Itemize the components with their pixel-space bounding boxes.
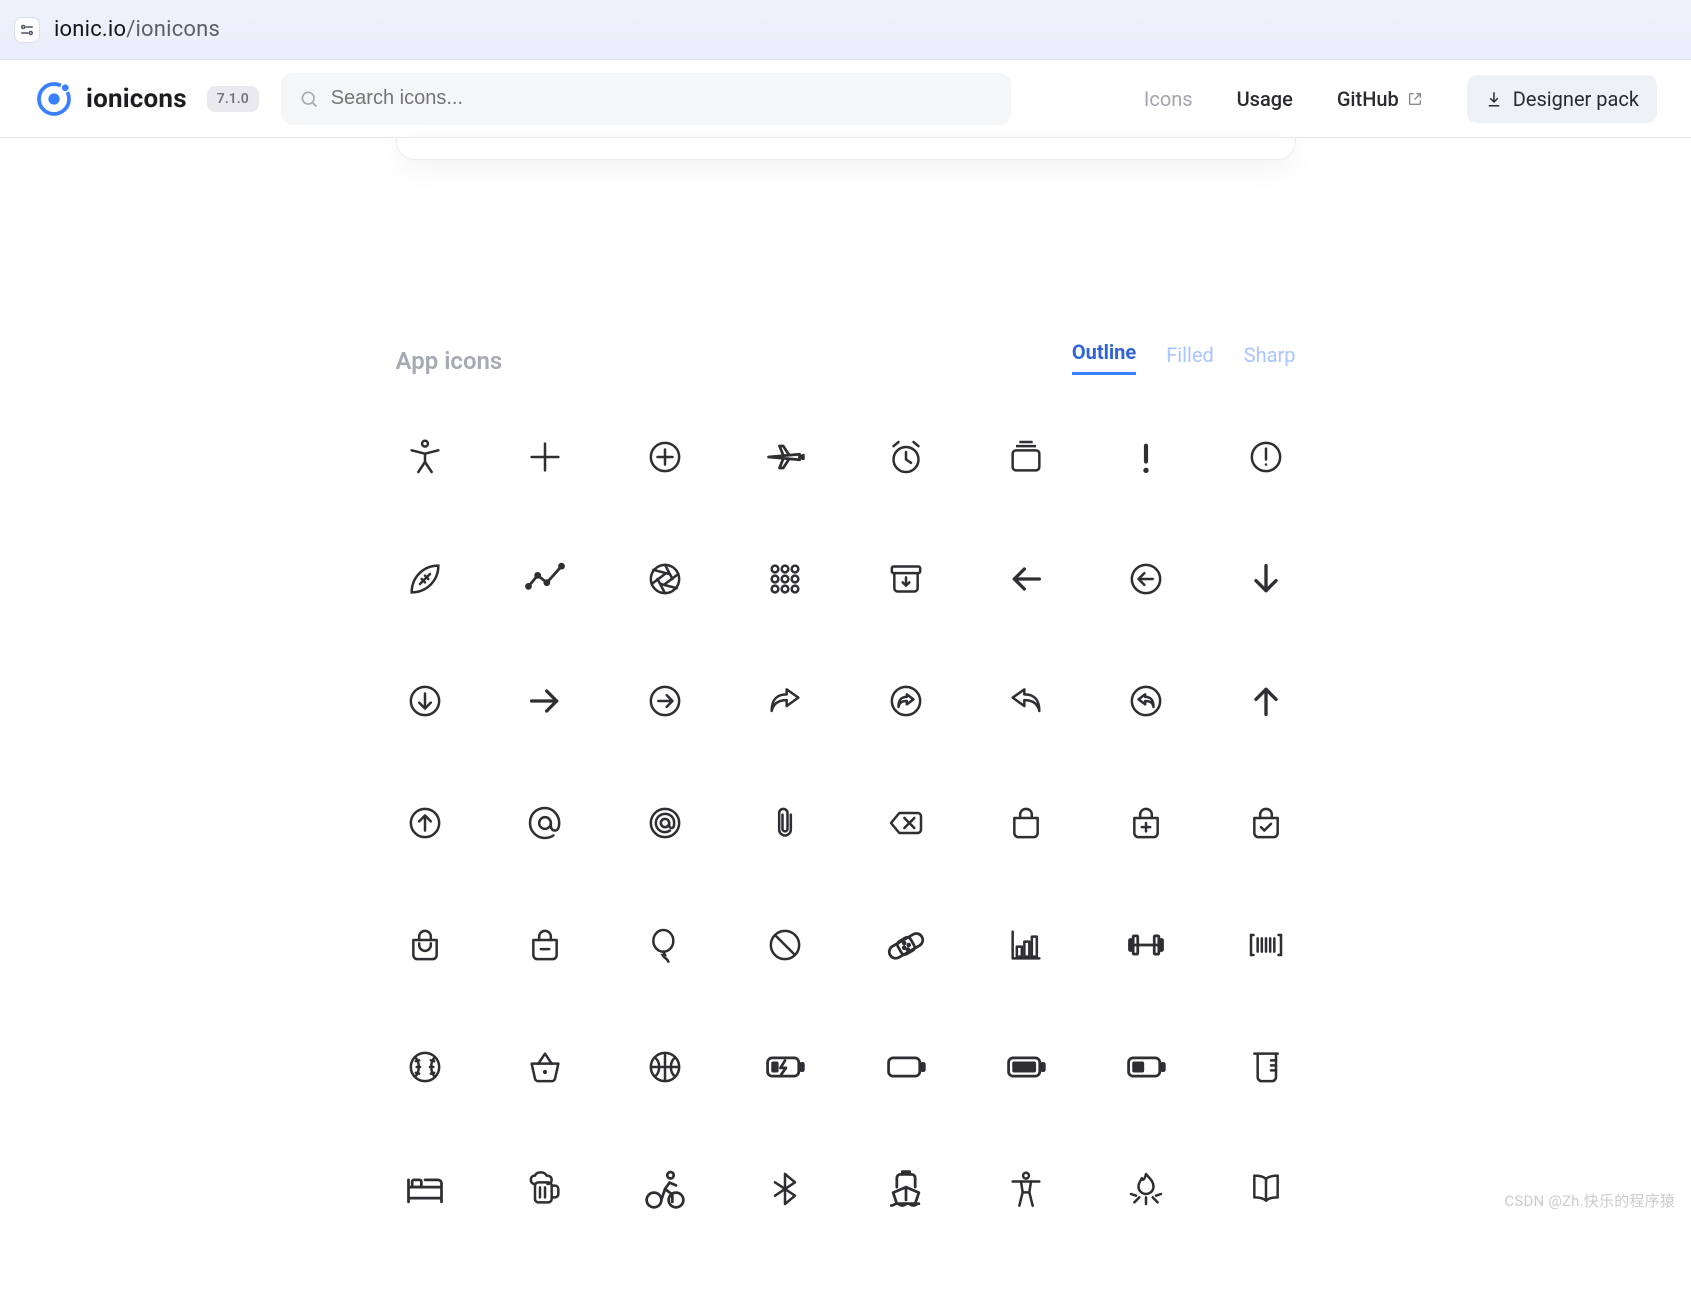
nav-icons[interactable]: Icons (1144, 87, 1193, 111)
bluetooth-icon[interactable] (763, 1167, 807, 1211)
bicycle-icon[interactable] (643, 1167, 687, 1211)
book-icon[interactable] (1244, 1167, 1288, 1211)
tab-outline[interactable]: Outline (1072, 340, 1136, 375)
battery-dead-icon[interactable] (884, 1045, 928, 1089)
boat-icon[interactable] (884, 1167, 928, 1211)
bag-handle-icon[interactable] (403, 923, 447, 967)
barbell-icon[interactable] (1124, 923, 1168, 967)
icons-grid (396, 435, 1296, 1211)
alert-icon[interactable] (1124, 435, 1168, 479)
add-circle-icon[interactable] (643, 435, 687, 479)
browser-url-host: ionic.io (54, 17, 126, 42)
body-icon[interactable] (1004, 1167, 1048, 1211)
bonfire-icon[interactable] (1124, 1167, 1168, 1211)
watermark-text: CSDN @Zh.快乐的程序猿 (1504, 1190, 1675, 1211)
external-link-icon (1407, 91, 1423, 107)
battery-half-icon[interactable] (1124, 1045, 1168, 1089)
albums-icon[interactable] (1004, 435, 1048, 479)
browser-urlbar: ionic.io/ionicons (0, 0, 1691, 60)
bar-chart-icon[interactable] (1004, 923, 1048, 967)
bed-icon[interactable] (403, 1167, 447, 1211)
arrow-undo-circle-icon[interactable] (1124, 679, 1168, 723)
version-badge: 7.1.0 (207, 86, 259, 112)
beer-icon[interactable] (523, 1167, 567, 1211)
balloon-icon[interactable] (643, 923, 687, 967)
brand-name: ionicons (86, 84, 187, 114)
archive-icon[interactable] (884, 557, 928, 601)
download-icon (1485, 90, 1503, 108)
search-field[interactable] (281, 73, 1011, 125)
nav-usage[interactable]: Usage (1237, 87, 1293, 111)
alarm-icon[interactable] (884, 435, 928, 479)
ban-icon[interactable] (763, 923, 807, 967)
arrow-down-circle-icon[interactable] (403, 679, 447, 723)
brand[interactable]: ionicons 7.1.0 (34, 79, 259, 119)
tab-filled[interactable]: Filled (1166, 343, 1214, 375)
tab-sharp[interactable]: Sharp (1244, 343, 1296, 375)
attach-icon[interactable] (763, 801, 807, 845)
nav-links: Icons Usage GitHub Designer pack (1144, 75, 1657, 123)
top-nav: ionicons 7.1.0 Icons Usage GitHub Design… (0, 60, 1691, 138)
bandage-icon[interactable] (884, 923, 928, 967)
bag-check-icon[interactable] (1244, 801, 1288, 845)
apps-icon[interactable] (763, 557, 807, 601)
battery-full-icon[interactable] (1004, 1045, 1048, 1089)
at-icon[interactable] (523, 801, 567, 845)
basket-icon[interactable] (523, 1045, 567, 1089)
alert-circle-icon[interactable] (1244, 435, 1288, 479)
hero-card-bottom (396, 138, 1296, 160)
arrow-forward-icon[interactable] (523, 679, 567, 723)
arrow-redo-circle-icon[interactable] (884, 679, 928, 723)
baseball-icon[interactable] (403, 1045, 447, 1089)
designer-pack-button[interactable]: Designer pack (1467, 75, 1657, 123)
aperture-icon[interactable] (643, 557, 687, 601)
at-circle-icon[interactable] (643, 801, 687, 845)
arrow-back-circle-icon[interactable] (1124, 557, 1168, 601)
nav-github[interactable]: GitHub (1337, 87, 1423, 111)
browser-url[interactable]: ionic.io/ionicons (54, 17, 220, 42)
section-title: App icons (396, 347, 503, 375)
beaker-icon[interactable] (1244, 1045, 1288, 1089)
accessibility-icon[interactable] (403, 435, 447, 479)
search-input[interactable] (329, 86, 993, 111)
arrow-up-icon[interactable] (1244, 679, 1288, 723)
arrow-down-icon[interactable] (1244, 557, 1288, 601)
battery-charging-icon[interactable] (763, 1045, 807, 1089)
ionicons-logo-icon (34, 79, 74, 119)
section-header: App icons Outline Filled Sharp (396, 340, 1296, 375)
arrow-undo-icon[interactable] (1004, 679, 1048, 723)
site-settings-chip-icon[interactable] (14, 17, 40, 43)
american-football-icon[interactable] (403, 557, 447, 601)
bag-icon[interactable] (1004, 801, 1048, 845)
arrow-back-icon[interactable] (1004, 557, 1048, 601)
arrow-up-circle-icon[interactable] (403, 801, 447, 845)
bag-remove-icon[interactable] (523, 923, 567, 967)
backspace-icon[interactable] (884, 801, 928, 845)
airplane-icon[interactable] (763, 435, 807, 479)
basketball-icon[interactable] (643, 1045, 687, 1089)
search-icon (299, 89, 319, 109)
bag-add-icon[interactable] (1124, 801, 1168, 845)
add-icon[interactable] (523, 435, 567, 479)
arrow-forward-circle-icon[interactable] (643, 679, 687, 723)
style-tabs: Outline Filled Sharp (1072, 340, 1296, 375)
analytics-icon[interactable] (523, 557, 567, 601)
arrow-redo-icon[interactable] (763, 679, 807, 723)
barcode-icon[interactable] (1244, 923, 1288, 967)
browser-url-path: /ionicons (126, 17, 220, 42)
